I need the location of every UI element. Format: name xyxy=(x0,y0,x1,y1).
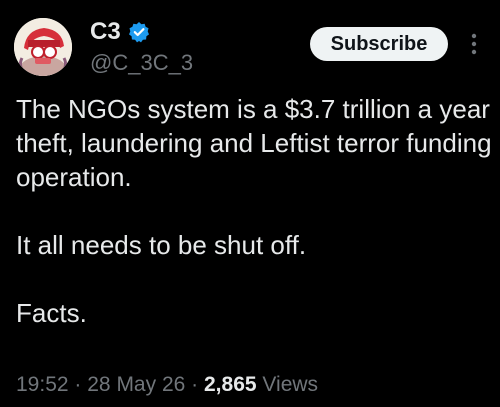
separator: · xyxy=(74,373,82,396)
subscribe-button[interactable]: Subscribe xyxy=(310,27,448,61)
post-date[interactable]: 28 May 26 xyxy=(87,373,185,396)
views-count: 2,865 xyxy=(204,373,257,396)
post-paragraph: Facts. xyxy=(16,298,87,328)
avatar[interactable] xyxy=(14,18,72,76)
verified-badge-icon xyxy=(129,22,149,43)
post-metadata: 19:52 · 28 May 26 · 2,865 Views xyxy=(16,372,318,398)
post-text: The NGOs system is a $3.7 trillion a yea… xyxy=(16,92,492,330)
post-time[interactable]: 19:52 xyxy=(16,373,69,396)
user-handle[interactable]: @C_3C_3 xyxy=(90,50,193,76)
display-name[interactable]: C3 xyxy=(90,18,121,46)
post-paragraph: The NGOs system is a $3.7 trillion a yea… xyxy=(16,94,492,192)
tweet-card: C3 @C_3C_3 Subscribe The NGOs system is … xyxy=(0,0,500,407)
views-label: Views xyxy=(262,373,319,396)
more-vertical-icon[interactable] xyxy=(462,27,486,61)
post-paragraph: It all needs to be shut off. xyxy=(16,230,307,260)
separator: · xyxy=(191,373,199,396)
avatar-image xyxy=(14,18,72,76)
